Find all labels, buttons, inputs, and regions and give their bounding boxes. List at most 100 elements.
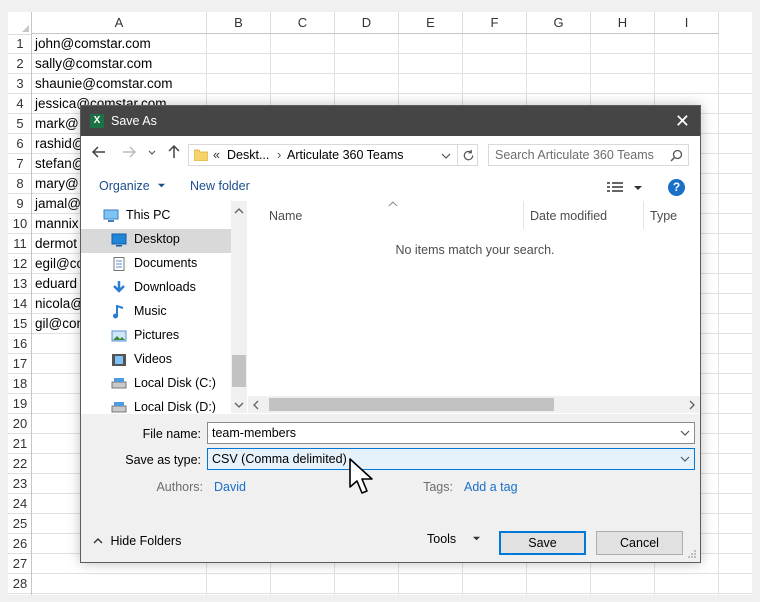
row-header[interactable]: 19 (8, 394, 32, 414)
row-header[interactable]: 3 (8, 74, 32, 94)
cell-a13[interactable]: eduard (35, 274, 77, 294)
row-header[interactable]: 11 (8, 234, 32, 254)
scroll-up-icon[interactable] (234, 207, 244, 215)
scroll-left-icon[interactable] (252, 400, 260, 410)
row-header[interactable]: 27 (8, 554, 32, 574)
cell-a11[interactable]: dermot (35, 234, 77, 254)
column-header-a[interactable]: A (32, 12, 207, 34)
column-header-c[interactable]: C (271, 12, 335, 34)
column-header-name[interactable]: Name (269, 209, 302, 223)
cancel-button[interactable]: Cancel (596, 531, 683, 555)
row-header[interactable]: 16 (8, 334, 32, 354)
row-header[interactable]: 22 (8, 454, 32, 474)
view-options-button[interactable] (607, 180, 643, 198)
cell-a12[interactable]: egil@co (35, 254, 84, 274)
nav-item-videos[interactable]: Videos (81, 349, 231, 373)
row-header[interactable]: 12 (8, 254, 32, 274)
authors-value[interactable]: David (214, 480, 246, 494)
row-header[interactable]: 25 (8, 514, 32, 534)
row-header[interactable]: 20 (8, 414, 32, 434)
tools-button[interactable]: Tools (427, 532, 481, 546)
column-divider[interactable] (643, 201, 644, 229)
column-header-g[interactable]: G (527, 12, 591, 34)
nav-item-desktop[interactable]: Desktop (81, 229, 231, 253)
row-header[interactable]: 6 (8, 134, 32, 154)
row-header[interactable]: 10 (8, 214, 32, 234)
column-header-b[interactable]: B (207, 12, 271, 34)
back-arrow-icon[interactable] (91, 144, 107, 164)
nav-item-downloads[interactable]: Downloads (81, 277, 231, 301)
search-box[interactable]: Search Articulate 360 Teams (488, 144, 689, 166)
cell-a9[interactable]: jamal@ (35, 194, 81, 214)
row-header[interactable]: 28 (8, 574, 32, 594)
file-name-input[interactable]: team-members (207, 422, 695, 444)
row-header[interactable]: 15 (8, 314, 32, 334)
forward-arrow-icon[interactable] (121, 144, 137, 164)
address-dropdown-icon[interactable] (441, 151, 451, 161)
row-header[interactable]: 24 (8, 494, 32, 514)
address-segment-desktop[interactable]: Deskt... (227, 148, 269, 162)
nav-item-this-pc[interactable]: This PC (81, 205, 231, 229)
column-header-e[interactable]: E (399, 12, 463, 34)
row-header[interactable]: 5 (8, 114, 32, 134)
file-list-horizontal-scrollbar[interactable] (248, 396, 700, 413)
row-header[interactable]: 18 (8, 374, 32, 394)
cell-a5[interactable]: mark@ (35, 114, 79, 134)
scroll-down-icon[interactable] (234, 401, 244, 409)
row-header[interactable]: 26 (8, 534, 32, 554)
file-name-dropdown-icon[interactable] (680, 429, 690, 437)
row-header[interactable]: 14 (8, 294, 32, 314)
recent-locations-chevron-icon[interactable] (147, 144, 157, 164)
up-arrow-icon[interactable] (166, 144, 182, 164)
nav-scrollbar[interactable] (231, 201, 247, 413)
column-header-type[interactable]: Type (650, 209, 677, 223)
column-header-f[interactable]: F (463, 12, 527, 34)
refresh-icon[interactable] (462, 149, 475, 162)
row-header[interactable]: 17 (8, 354, 32, 374)
cell-a1[interactable]: john@comstar.com (35, 34, 151, 54)
save-button[interactable]: Save (499, 531, 586, 555)
search-icon[interactable] (670, 149, 683, 162)
cell-a10[interactable]: mannix (35, 214, 79, 234)
row-header[interactable]: 2 (8, 54, 32, 74)
tags-value[interactable]: Add a tag (464, 480, 518, 494)
new-folder-button[interactable]: New folder (190, 179, 250, 193)
row-header[interactable]: 13 (8, 274, 32, 294)
hide-folders-button[interactable]: Hide Folders (93, 534, 181, 548)
save-as-type-select[interactable]: CSV (Comma delimited) (207, 448, 695, 470)
column-header-d[interactable]: D (335, 12, 399, 34)
nav-item-local-disk-d[interactable]: Local Disk (D:) (81, 397, 231, 413)
cell-a7[interactable]: stefan@ (35, 154, 85, 174)
nav-item-local-disk-c[interactable]: Local Disk (C:) (81, 373, 231, 397)
scroll-right-icon[interactable] (688, 400, 696, 410)
row-header[interactable]: 1 (8, 34, 32, 54)
cell-a8[interactable]: mary@ (35, 174, 79, 194)
column-header-date-modified[interactable]: Date modified (530, 209, 607, 223)
row-header[interactable]: 21 (8, 434, 32, 454)
row-header[interactable]: 4 (8, 94, 32, 114)
cell-a3[interactable]: shaunie@comstar.com (35, 74, 173, 94)
row-header[interactable]: 8 (8, 174, 32, 194)
resize-grip-icon[interactable] (687, 549, 697, 559)
save-as-type-dropdown-icon[interactable] (680, 455, 690, 463)
help-icon[interactable]: ? (668, 179, 685, 196)
column-header-h[interactable]: H (591, 12, 655, 34)
cell-a2[interactable]: sally@comstar.com (35, 54, 152, 74)
row-header[interactable]: 23 (8, 474, 32, 494)
address-prefix[interactable]: « (213, 148, 220, 162)
row-header[interactable]: 7 (8, 154, 32, 174)
close-icon[interactable]: ✕ (675, 106, 690, 136)
nav-item-music[interactable]: Music (81, 301, 231, 325)
cell-a14[interactable]: nicola@ (35, 294, 84, 314)
column-divider[interactable] (523, 201, 524, 229)
nav-scroll-thumb[interactable] (232, 355, 246, 387)
horizontal-scroll-thumb[interactable] (269, 398, 554, 411)
row-header[interactable]: 9 (8, 194, 32, 214)
column-header-i[interactable]: I (655, 12, 719, 34)
nav-item-pictures[interactable]: Pictures (81, 325, 231, 349)
select-all-corner[interactable] (8, 12, 32, 35)
nav-item-documents[interactable]: Documents (81, 253, 231, 277)
address-segment-folder[interactable]: Articulate 360 Teams (287, 148, 404, 162)
cell-a6[interactable]: rashid@ (35, 134, 85, 154)
organize-button[interactable]: Organize (99, 179, 166, 193)
